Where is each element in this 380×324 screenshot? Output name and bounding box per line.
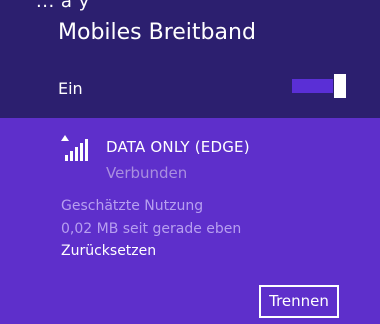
mobile-broadband-panel: ... a y Mobiles Breitband Ein DATA ONLY …: [0, 0, 380, 324]
estimated-usage-label: Geschätzte Nutzung: [61, 198, 204, 214]
reset-usage-link[interactable]: Zurücksetzen: [61, 243, 156, 259]
network-status: Verbunden: [106, 164, 188, 182]
mobile-signal-icon: [61, 135, 88, 161]
toggle-thumb[interactable]: [334, 74, 346, 98]
cropped-top-text: ... a y: [36, 0, 90, 12]
mobile-broadband-header: ... a y Mobiles Breitband Ein: [0, 0, 380, 118]
section-title: Mobiles Breitband: [58, 20, 256, 45]
network-name: DATA ONLY (EDGE): [106, 138, 250, 156]
disconnect-button[interactable]: Trennen: [259, 285, 339, 318]
toggle-state-label: Ein: [58, 79, 83, 98]
estimated-usage-value: 0,02 MB seit gerade eben: [61, 221, 242, 237]
mobile-broadband-toggle[interactable]: [292, 72, 348, 100]
connected-network-card[interactable]: DATA ONLY (EDGE) Verbunden Geschätzte Nu…: [0, 118, 380, 324]
toggle-track: [292, 79, 333, 93]
